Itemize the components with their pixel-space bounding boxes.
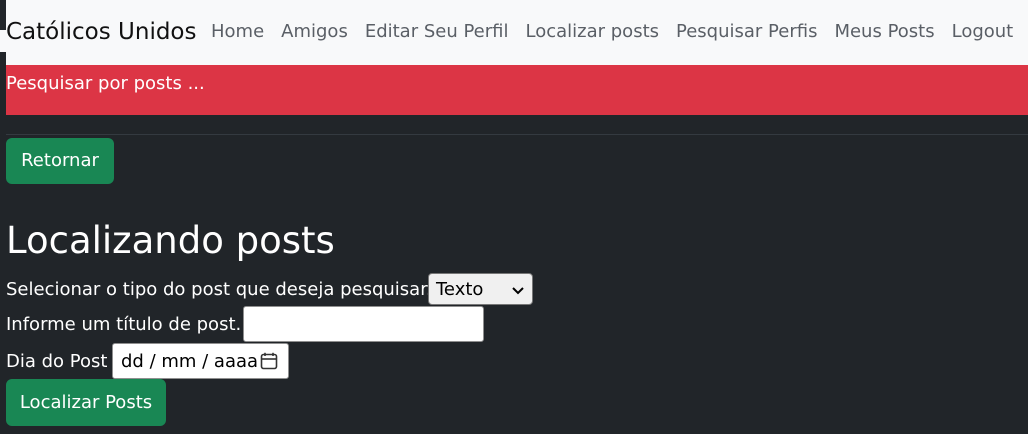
post-date-row: Dia do Post bbox=[6, 350, 107, 374]
page: Católicos Unidos Home Amigos Editar Seu … bbox=[0, 0, 1028, 434]
nav-link-editar-perfil[interactable]: Editar Seu Perfil bbox=[365, 19, 509, 45]
nav-link-localizar-posts[interactable]: Localizar posts bbox=[526, 19, 660, 45]
section-divider bbox=[6, 134, 1028, 135]
return-button[interactable]: Retornar bbox=[6, 138, 114, 184]
alert-text: Pesquisar por posts ... bbox=[6, 73, 205, 94]
post-type-selected-value: Texto bbox=[436, 279, 484, 300]
post-title-input[interactable] bbox=[243, 306, 484, 342]
search-alert-banner: Pesquisar por posts ... bbox=[6, 65, 1028, 115]
nav-link-amigos[interactable]: Amigos bbox=[281, 19, 348, 45]
post-date-label: Dia do Post bbox=[6, 351, 108, 372]
nav-links: Home Amigos Editar Seu Perfil Localizar … bbox=[211, 19, 1013, 45]
nav-link-pesquisar-perfis[interactable]: Pesquisar Perfis bbox=[676, 19, 817, 45]
nav-link-logout[interactable]: Logout bbox=[952, 19, 1014, 45]
navbar: Católicos Unidos Home Amigos Editar Seu … bbox=[6, 0, 1028, 65]
page-title: Localizando posts bbox=[6, 219, 335, 262]
post-type-label: Selecionar o tipo do post que deseja pes… bbox=[6, 279, 432, 300]
brand-logo-text[interactable]: Católicos Unidos bbox=[6, 17, 197, 47]
post-date-input[interactable]: dd / mm / aaaa bbox=[112, 343, 289, 379]
find-posts-button[interactable]: Localizar Posts bbox=[6, 379, 166, 426]
date-placeholder: dd / mm / aaaa bbox=[121, 351, 259, 372]
nav-link-meus-posts[interactable]: Meus Posts bbox=[834, 19, 934, 45]
post-title-row: Informe um título de post. bbox=[6, 313, 241, 337]
post-type-select[interactable]: Texto bbox=[428, 273, 533, 305]
nav-link-home[interactable]: Home bbox=[211, 19, 264, 45]
post-type-row: Selecionar o tipo do post que deseja pes… bbox=[6, 278, 432, 302]
post-title-label: Informe um título de post. bbox=[6, 314, 242, 335]
calendar-icon[interactable] bbox=[260, 352, 278, 370]
chevron-down-icon bbox=[512, 280, 524, 304]
